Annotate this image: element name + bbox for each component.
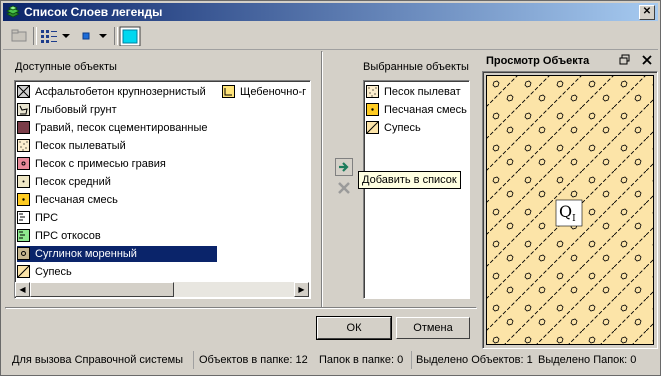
grid-x-icon bbox=[17, 85, 30, 98]
title-bar[interactable]: Список Слоев легенды ✕ bbox=[3, 3, 658, 21]
panel-divider bbox=[321, 51, 323, 309]
horizontal-scrollbar[interactable]: ◀ ▶ bbox=[15, 282, 309, 297]
icon-size-dropdown-icon[interactable] bbox=[77, 26, 111, 46]
scroll-left-arrow-icon[interactable]: ◀ bbox=[15, 282, 30, 297]
prs-icon bbox=[17, 211, 30, 224]
yellow-dot-icon bbox=[366, 103, 379, 116]
toolbar bbox=[3, 23, 658, 50]
list-item-label: Песчаная смесь bbox=[384, 104, 467, 116]
toolbar-separator bbox=[114, 27, 118, 45]
list-item-label: Суглинок моренный bbox=[35, 248, 137, 260]
list-item[interactable]: Песчаная смесь bbox=[366, 102, 467, 118]
status-bar: Для вызова Справочной системы Объектов в… bbox=[3, 345, 658, 373]
green-prs-icon bbox=[17, 229, 30, 242]
moraine-loam-icon bbox=[17, 247, 30, 260]
symbol-subscript: I bbox=[572, 214, 576, 225]
cancel-button[interactable]: Отмена bbox=[396, 317, 470, 339]
layers-app-icon bbox=[6, 5, 20, 18]
list-item-label: Песок пылеват bbox=[384, 86, 461, 98]
boulder-icon bbox=[17, 103, 30, 116]
folder-up-icon[interactable] bbox=[9, 26, 29, 46]
list-item[interactable]: Гравий, песок сцементированные bbox=[17, 120, 217, 136]
list-item[interactable]: Песок средний bbox=[17, 174, 217, 190]
list-item[interactable]: Глыбовый грунт bbox=[17, 102, 217, 118]
gravel-yellow-icon bbox=[222, 85, 235, 98]
list-item[interactable]: Супесь bbox=[17, 264, 217, 280]
sandy-loam-icon bbox=[17, 265, 30, 278]
remove-x-icon[interactable] bbox=[337, 181, 351, 195]
list-item[interactable]: Щебеночно-г bbox=[222, 84, 310, 100]
view-list-dropdown-icon[interactable] bbox=[39, 26, 73, 46]
toolbar-separator bbox=[33, 27, 37, 45]
preview-frame: QI bbox=[482, 71, 658, 349]
add-arrow-icon[interactable] bbox=[335, 158, 353, 176]
restore-window-icon[interactable] bbox=[619, 54, 631, 66]
close-button[interactable]: ✕ bbox=[639, 5, 655, 20]
list-item-label: Гравий, песок сцементированные bbox=[35, 122, 208, 134]
list-item[interactable]: ПРС bbox=[17, 210, 217, 226]
status-selected-folders: Выделено Папок: 0 bbox=[538, 354, 637, 366]
maroon-fill-icon bbox=[17, 121, 30, 134]
list-item-label: Песок средний bbox=[35, 176, 111, 188]
list-item[interactable]: Асфальтобетон крупнозернистый bbox=[17, 84, 217, 100]
list-item-label: Щебеночно-г bbox=[240, 86, 307, 98]
window-title: Список Слоев легенды bbox=[24, 5, 163, 19]
close-preview-icon[interactable] bbox=[641, 54, 653, 66]
available-objects-label: Доступные объекты bbox=[15, 61, 117, 73]
scrollbar-thumb[interactable] bbox=[30, 282, 174, 297]
symbol-letter: Q bbox=[559, 202, 573, 221]
list-item-label: Супесь bbox=[35, 266, 72, 278]
dotted-sand-icon bbox=[366, 85, 379, 98]
bottom-divider bbox=[5, 307, 477, 309]
list-item[interactable]: Песок пылеват bbox=[366, 84, 466, 100]
sand-dot-icon bbox=[17, 175, 30, 188]
geology-index-symbol: QI bbox=[559, 202, 576, 224]
list-item-label: Глыбовый грунт bbox=[35, 104, 117, 116]
list-item[interactable]: Суглинок моренный bbox=[17, 246, 217, 262]
dialog-window: Список Слоев легенды ✕ Доступные объекты bbox=[0, 0, 661, 376]
preview-title: Просмотр Объекта bbox=[486, 55, 590, 67]
list-item-label: ПРС откосов bbox=[35, 230, 101, 242]
list-item[interactable]: Песчаная смесь bbox=[17, 192, 217, 208]
list-item-label: Песчаная смесь bbox=[35, 194, 118, 206]
list-item-label: Песок пылеватый bbox=[35, 140, 126, 152]
list-item[interactable]: Супесь bbox=[366, 120, 466, 136]
scroll-right-arrow-icon[interactable]: ▶ bbox=[294, 282, 309, 297]
status-folders-in-folder: Папок в папке: 0 bbox=[319, 354, 404, 366]
status-selected-objects: Выделено Объектов: 1 bbox=[416, 354, 533, 366]
list-item[interactable]: ПРС откосов bbox=[17, 228, 217, 244]
status-help: Для вызова Справочной системы bbox=[12, 354, 184, 366]
ok-button[interactable]: ОК bbox=[316, 316, 392, 340]
list-item-label: Супесь bbox=[384, 122, 421, 134]
selected-objects-label: Выбранные объекты bbox=[363, 61, 469, 73]
list-item-label: ПРС bbox=[35, 212, 59, 224]
add-to-list-tooltip: Добавить в список bbox=[358, 171, 461, 189]
list-item[interactable]: Песок пылеватый bbox=[17, 138, 217, 154]
dotted-sand-icon bbox=[17, 139, 30, 152]
sandy-loam-icon bbox=[366, 121, 379, 134]
status-objects-in-folder: Объектов в папке: 12 bbox=[199, 354, 308, 366]
selected-objects-list[interactable]: Песок пылеват Песчаная смесь Супесь bbox=[363, 80, 470, 299]
status-separator bbox=[193, 351, 194, 369]
status-separator bbox=[411, 351, 412, 369]
available-objects-list[interactable]: Асфальтобетон крупнозернистый Глыбовый гр… bbox=[14, 80, 311, 299]
yellow-dot-icon bbox=[17, 193, 30, 206]
list-item[interactable]: Песок с примесью гравия bbox=[17, 156, 217, 172]
list-item-label: Асфальтобетон крупнозернистый bbox=[35, 86, 206, 98]
list-item-label: Песок с примесью гравия bbox=[35, 158, 166, 170]
preview-toggle-icon[interactable] bbox=[119, 26, 141, 46]
pink-gravel-icon bbox=[17, 157, 30, 170]
